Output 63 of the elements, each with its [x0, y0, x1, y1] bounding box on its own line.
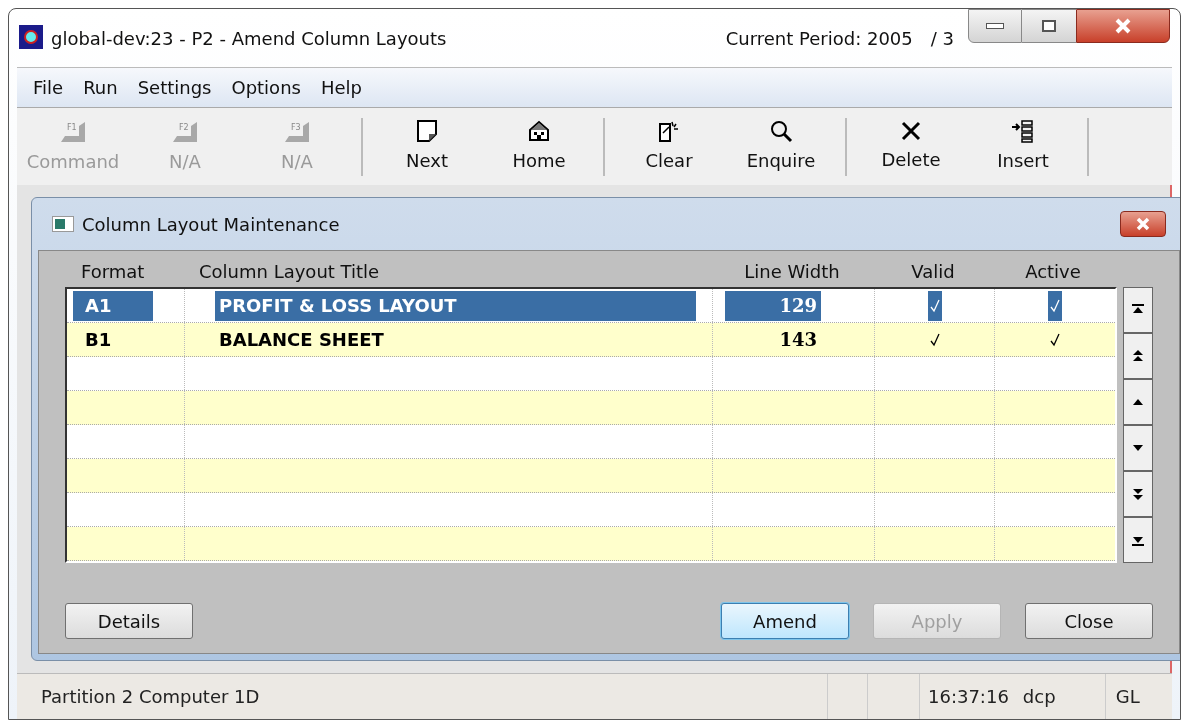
- maximize-button[interactable]: [1022, 9, 1076, 43]
- close-icon: [1114, 18, 1132, 34]
- dialog-button[interactable]: Details: [65, 603, 193, 639]
- column-header: Active: [1025, 260, 1081, 284]
- window-icon: [52, 216, 74, 232]
- column-header: Line Width: [744, 260, 840, 284]
- table-cell-text: 143: [778, 328, 818, 352]
- period-number: / 3: [930, 27, 954, 51]
- toolbar-button[interactable]: Clear: [613, 111, 725, 182]
- window-title: global-dev:23 - P2 - Amend Column Layouts: [51, 27, 447, 51]
- menu-item[interactable]: Settings: [137, 74, 212, 101]
- column-header: Column Layout Title: [199, 260, 380, 284]
- table-cell-text: B1: [84, 328, 113, 352]
- scroll-page-up-icon: [1132, 349, 1144, 363]
- toolbar-button[interactable]: Delete: [855, 111, 967, 182]
- toolbar-button[interactable]: Home: [483, 111, 595, 182]
- dialog-button[interactable]: Amend: [721, 603, 849, 639]
- scroll-page-up-button[interactable]: [1123, 333, 1153, 379]
- page-icon: [416, 119, 438, 143]
- close-button[interactable]: [1120, 211, 1166, 237]
- table-row[interactable]: B1 BALANCE SHEET 143: [67, 323, 1115, 357]
- scroll-up-button[interactable]: [1123, 379, 1153, 425]
- check-icon: [1050, 298, 1060, 313]
- check-icon: [929, 298, 940, 313]
- scroll-page-down-button[interactable]: [1123, 471, 1153, 517]
- column-header: Format: [81, 260, 145, 284]
- table-cell: A1: [73, 290, 153, 321]
- column-header: Valid: [911, 260, 955, 284]
- toolbar-button[interactable]: Enquire: [725, 111, 837, 182]
- scroll-page-down-icon: [1132, 487, 1144, 501]
- scroll-down-button[interactable]: [1123, 425, 1153, 471]
- menu-item[interactable]: Help: [320, 74, 362, 101]
- toolbar-button[interactable]: Next: [371, 111, 483, 182]
- checkbox-checked[interactable]: [1048, 290, 1062, 321]
- dialog-title: Column Layout Maintenance: [82, 212, 340, 237]
- insert-rows-icon: [1011, 119, 1035, 143]
- scroll-top-button[interactable]: [1123, 287, 1153, 333]
- scroll-bottom-button[interactable]: [1123, 517, 1153, 563]
- clear-document-icon: [657, 119, 681, 143]
- home-icon: [527, 119, 551, 143]
- menu-item[interactable]: Options: [231, 74, 301, 101]
- toolbar-button[interactable]: Insert: [967, 111, 1079, 182]
- table-cell: PROFIT & LOSS LAYOUT: [215, 290, 696, 321]
- check-icon: [929, 332, 940, 347]
- table-cell-text: BALANCE SHEET: [218, 328, 385, 352]
- dialog-button[interactable]: Close: [1025, 603, 1153, 639]
- status-user: dcp: [1022, 685, 1056, 709]
- delete-icon: [900, 120, 922, 142]
- close-icon: [1135, 217, 1151, 231]
- status-time: 16:37:16: [928, 685, 1009, 709]
- check-icon: [1050, 332, 1060, 347]
- status-text: Partition 2 Computer 1D: [40, 685, 261, 709]
- status-module: GL: [1115, 685, 1140, 709]
- current-period: Current Period: 2005: [725, 27, 913, 51]
- table-row[interactable]: A1 PROFIT & LOSS LAYOUT 129: [67, 289, 1115, 323]
- menu-item[interactable]: File: [33, 74, 64, 101]
- close-button[interactable]: [1076, 9, 1170, 43]
- app-logo-icon: [19, 25, 43, 49]
- table-cell: 129: [725, 290, 821, 321]
- menu-item[interactable]: Run: [83, 74, 118, 101]
- minimize-button[interactable]: [968, 9, 1022, 43]
- checkbox-checked[interactable]: [927, 290, 942, 321]
- search-icon: [769, 119, 793, 143]
